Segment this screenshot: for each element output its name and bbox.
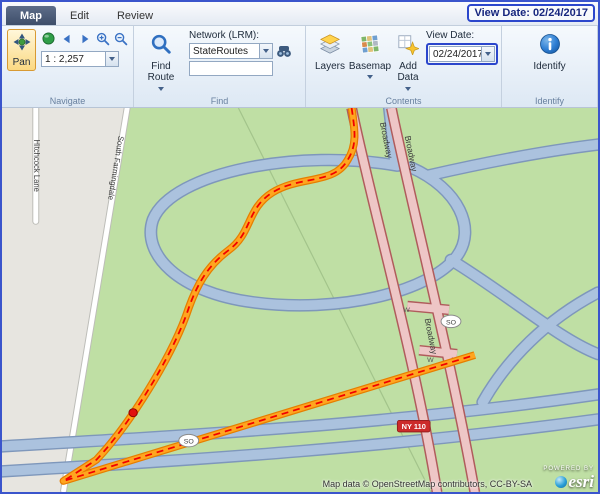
identify-info-icon (539, 33, 561, 59)
find-route-button[interactable]: Find Route (139, 29, 183, 94)
tab-review[interactable]: Review (103, 6, 167, 25)
identify-label: Identify (533, 61, 565, 73)
identify-button[interactable]: Identify (527, 29, 573, 75)
street-label-w: W (403, 306, 410, 313)
network-combo-value: StateRoutes (190, 46, 259, 57)
group-label-navigate: Navigate (2, 96, 133, 106)
view-date-field-annotation: 02/24/2017 (426, 43, 498, 65)
add-data-dropdown-arrow-icon (405, 87, 411, 91)
network-dropdown-arrow-icon[interactable] (259, 44, 272, 58)
event-point-marker[interactable] (129, 408, 137, 416)
group-label-identify: Identify (502, 96, 597, 106)
scale-dropdown-arrow-icon[interactable] (105, 52, 118, 66)
pan-compass-icon (13, 33, 31, 55)
group-find: Find Route Network (LRM): StateRoutes (134, 26, 306, 107)
add-data-button[interactable]: Add Data (393, 29, 423, 94)
basemap-icon (359, 33, 381, 59)
esri-globe-icon (555, 476, 567, 488)
street-label-hitchcock: Hitchcock Lane (32, 139, 41, 191)
shield-label: SO (184, 438, 194, 445)
event-editor-window: Map Edit Review View Date: 02/24/2017 Pa… (0, 0, 600, 494)
basemap-label: Basemap (349, 61, 391, 73)
add-data-icon (397, 33, 419, 59)
view-date-annotation: View Date: 02/24/2017 (467, 4, 595, 22)
previous-extent-icon[interactable] (59, 31, 74, 46)
basemap-button[interactable]: Basemap (349, 29, 391, 82)
ribbon-tabbar: Map Edit Review View Date: 02/24/2017 (2, 2, 598, 26)
view-date-value: 02/24/2017 (430, 49, 481, 60)
pan-button-label: Pan (13, 57, 31, 69)
map-attribution: Map data © OpenStreetMap contributors, C… (323, 479, 532, 489)
map-scale-value: 1 : 2,257 (42, 54, 105, 65)
ny110-shield-label: NY 110 (402, 422, 426, 431)
group-identify: Identify Identify (502, 26, 598, 107)
view-date-dropdown-arrow-icon[interactable] (481, 47, 494, 61)
map-viewport[interactable]: SO SO NY 110 Hitchcock Lane South Farmin… (2, 108, 598, 493)
zoom-in-icon[interactable] (95, 31, 110, 46)
group-label-contents: Contents (306, 96, 501, 106)
zoom-out-icon[interactable] (113, 31, 128, 46)
view-date-combo[interactable]: 02/24/2017 (429, 46, 495, 62)
pan-button[interactable]: Pan (7, 29, 36, 71)
binoculars-icon[interactable] (275, 43, 293, 59)
layers-icon (319, 33, 341, 59)
basemap-dropdown-arrow-icon (367, 75, 373, 79)
network-combo[interactable]: StateRoutes (189, 43, 273, 59)
group-contents: Layers (306, 26, 502, 107)
group-navigate: Pan (2, 26, 134, 107)
tab-map[interactable]: Map (6, 6, 56, 25)
route-search-input[interactable] (189, 61, 273, 76)
layers-label: Layers (315, 61, 345, 73)
next-extent-icon[interactable] (77, 31, 92, 46)
map-scale-combo[interactable]: 1 : 2,257 (41, 51, 119, 67)
map-canvas[interactable]: SO SO NY 110 Hitchcock Lane South Farmin… (2, 108, 598, 493)
layers-button[interactable]: Layers (311, 29, 349, 75)
full-extent-globe-icon[interactable] (41, 31, 56, 46)
view-date-label: View Date: (426, 30, 498, 41)
shield-label: SO (446, 319, 456, 326)
esri-wordmark: esri (569, 473, 595, 490)
group-label-find: Find (134, 96, 305, 106)
tab-edit[interactable]: Edit (56, 6, 103, 25)
network-lrm-label: Network (LRM): (189, 30, 293, 41)
find-route-dropdown-arrow-icon (158, 87, 164, 91)
find-route-magnifier-icon (150, 33, 172, 59)
ribbon: Pan (2, 26, 598, 108)
street-label-w: W (427, 356, 434, 363)
esri-logo: POWERED BY esri (543, 466, 594, 490)
add-data-label: Add Data (397, 61, 419, 84)
find-route-label: Find Route (143, 61, 179, 84)
